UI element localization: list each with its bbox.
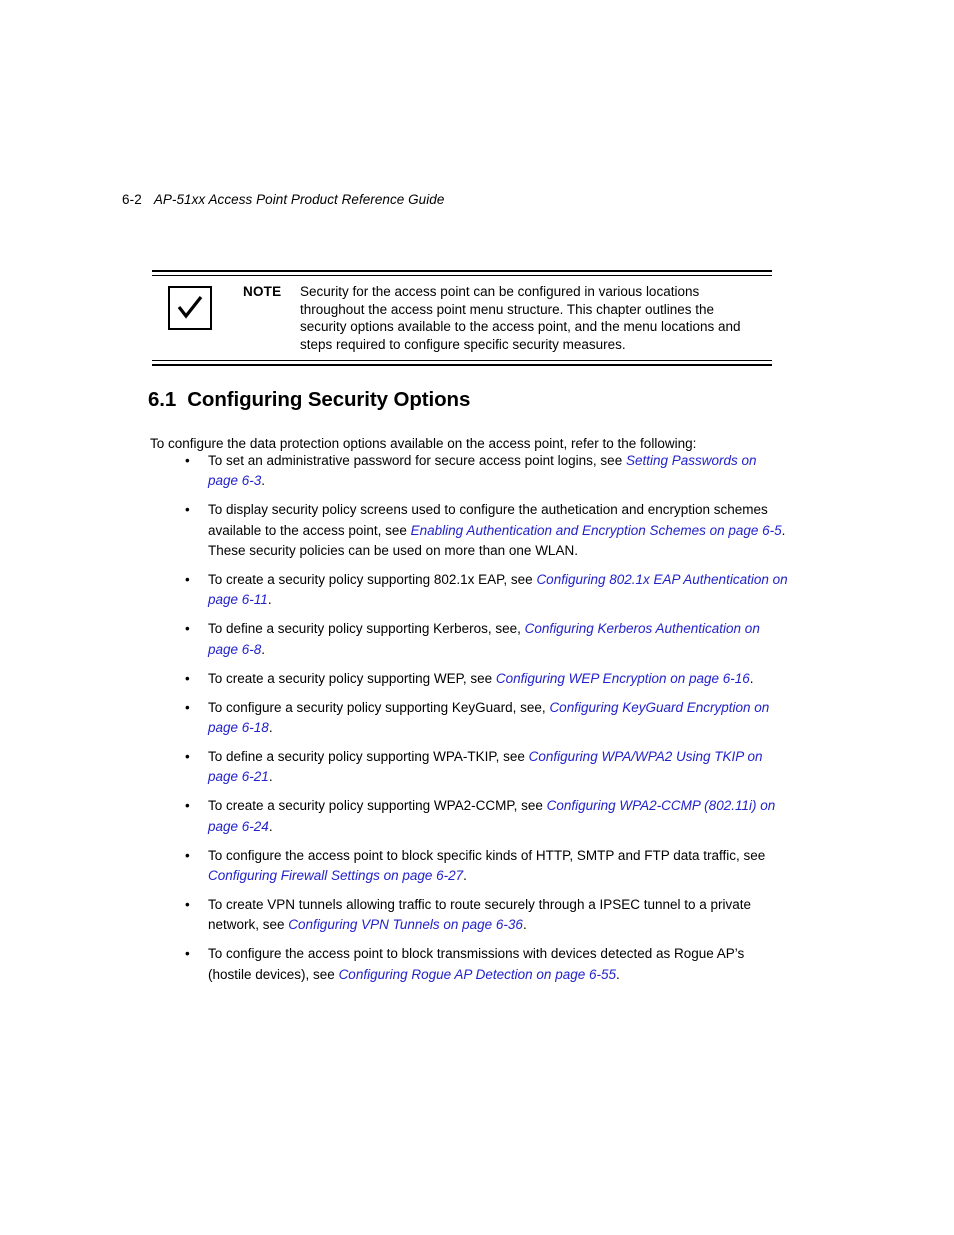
list-item-text: To configure a security policy supportin… bbox=[208, 699, 550, 715]
section-number: 6.1 bbox=[148, 387, 177, 411]
list-item-text-tail: . bbox=[267, 592, 272, 608]
running-header: 6-2 AP-51xx Access Point Product Referenc… bbox=[122, 191, 444, 208]
bullet-marker-icon: • bbox=[185, 748, 190, 764]
list-item-text-tail: . bbox=[268, 818, 273, 834]
section-title: Configuring Security Options bbox=[187, 387, 471, 411]
list-item-text-tail: . bbox=[261, 641, 266, 657]
document-page: 6-2 AP-51xx Access Point Product Referenc… bbox=[0, 0, 954, 1235]
list-item: • To define a security policy supporting … bbox=[150, 619, 790, 660]
bullet-marker-icon: • bbox=[185, 572, 190, 588]
list-item-text-tail: . bbox=[463, 867, 467, 883]
section-heading: 6.1 Configuring Security Options bbox=[148, 388, 470, 412]
bullet-marker-icon: • bbox=[185, 946, 190, 962]
list-item: • To display security policy screens used… bbox=[150, 500, 790, 561]
list-item-text-tail: . bbox=[749, 670, 754, 686]
bullet-marker-icon: • bbox=[185, 798, 190, 814]
list-item-text: To create a security policy supporting W… bbox=[208, 798, 547, 814]
bullet-marker-icon: • bbox=[185, 847, 190, 863]
list-item-text: To configure the access point to block s… bbox=[208, 847, 766, 863]
cross-reference-link[interactable]: Configuring Rogue AP Detection on page 6… bbox=[339, 967, 616, 982]
bullet-marker-icon: • bbox=[185, 453, 190, 468]
bullet-marker-icon: • bbox=[185, 502, 190, 518]
list-item: • To create a security policy supporting … bbox=[150, 796, 790, 837]
cross-reference-link[interactable]: Configuring VPN Tunnels on page 6-36 bbox=[288, 917, 523, 932]
cross-reference-link[interactable]: Enabling Authentication and Encryption S… bbox=[411, 523, 782, 538]
list-item-text-tail: . bbox=[268, 719, 273, 735]
list-item: • To define a security policy supporting … bbox=[150, 747, 790, 788]
list-item-text-tail: . bbox=[522, 917, 527, 933]
list-item: • To create a security policy supporting … bbox=[150, 669, 790, 689]
list-item-text: To define a security policy supporting K… bbox=[208, 621, 525, 637]
list-item-text: To create a security policy supporting 8… bbox=[208, 572, 537, 588]
note-text: Security for the access point can be con… bbox=[300, 284, 741, 352]
bullet-marker-icon: • bbox=[185, 699, 190, 715]
page-folio: 6-2 bbox=[122, 192, 142, 207]
list-item: • To set an administrative password for s… bbox=[150, 451, 790, 492]
cross-reference-link[interactable]: Configuring WEP Encryption on page 6-16 bbox=[496, 671, 750, 686]
list-item-text: To create a security policy supporting W… bbox=[208, 670, 496, 686]
list-item: • To create VPN tunnels allowing traffic … bbox=[150, 895, 790, 936]
list-item-text: To set an administrative password for se… bbox=[208, 453, 626, 468]
intro-paragraph: To configure the data protection options… bbox=[150, 435, 697, 451]
list-item: • To create a security policy supporting … bbox=[150, 570, 790, 611]
list-item-text-tail: . bbox=[268, 769, 273, 785]
list-item: • To configure the access point to block … bbox=[150, 944, 790, 985]
bullet-marker-icon: • bbox=[185, 621, 190, 637]
bullet-marker-icon: • bbox=[185, 896, 190, 912]
checkmark-icon bbox=[168, 286, 212, 330]
bullet-marker-icon: • bbox=[185, 670, 190, 686]
list-item: • To configure the access point to block … bbox=[150, 846, 790, 887]
cross-reference-link[interactable]: Configuring Firewall Settings on page 6-… bbox=[208, 868, 463, 883]
cross-reference-list: • To set an administrative password for s… bbox=[150, 451, 790, 993]
list-item: • To configure a security policy supporti… bbox=[150, 698, 790, 739]
list-item-text: To define a security policy supporting W… bbox=[208, 748, 529, 764]
note-admonition: NOTE Security for the access point can b… bbox=[152, 270, 772, 367]
list-item-text-tail: . bbox=[261, 473, 266, 489]
book-title: AP-51xx Access Point Product Reference G… bbox=[153, 192, 445, 207]
note-label: NOTE bbox=[243, 284, 282, 299]
list-item-text-tail: . bbox=[616, 966, 620, 982]
